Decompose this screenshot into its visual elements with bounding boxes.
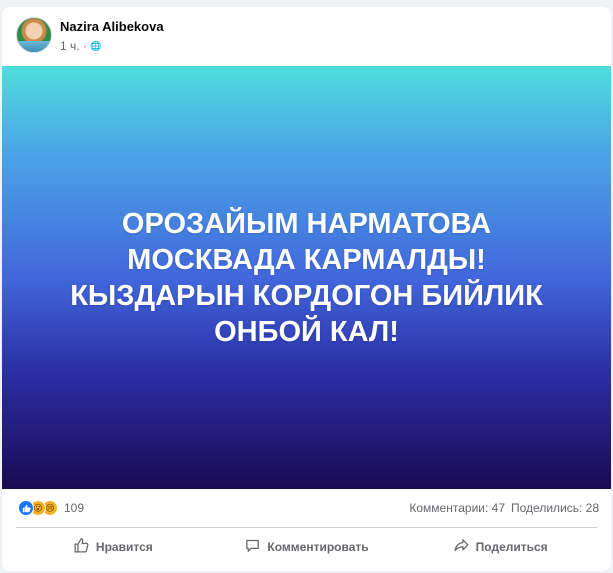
like-label: Нравится	[95, 540, 153, 554]
like-icon	[18, 500, 34, 516]
share-icon	[453, 537, 470, 557]
comment-button[interactable]: Комментировать	[210, 531, 404, 563]
globe-icon: 🌐	[89, 40, 102, 51]
post-stats: 😮 😢 109 Комментарии: 47 Поделились: 28	[2, 495, 611, 521]
post-time[interactable]: 1 ч. ·	[60, 39, 87, 53]
reaction-count[interactable]: 109	[64, 501, 84, 515]
shares-count[interactable]: Поделились: 28	[511, 501, 599, 515]
like-button[interactable]: Нравится	[16, 531, 210, 563]
divider	[16, 527, 597, 528]
thumbs-up-icon	[73, 537, 90, 557]
action-bar: Нравится Комментировать Поделиться	[16, 531, 597, 563]
comment-icon	[244, 537, 261, 557]
post-card: Nazira Alibekova 1 ч. · 🌐 ОРОЗАЙЫМ НАРМА…	[2, 7, 611, 571]
share-label: Поделиться	[475, 540, 548, 554]
engagement-counts: Комментарии: 47 Поделились: 28	[409, 501, 599, 515]
avatar[interactable]	[16, 17, 52, 53]
comments-count[interactable]: Комментарии: 47	[409, 501, 505, 515]
author-name[interactable]: Nazira Alibekova	[60, 19, 164, 34]
share-button[interactable]: Поделиться	[403, 531, 597, 563]
post-meta: 1 ч. · 🌐	[60, 39, 101, 53]
banner-text: ОРОЗАЙЫМ НАРМАТОВА МОСКВАДА КАРМАЛДЫ! КЫ…	[70, 207, 543, 348]
post-header: Nazira Alibekova 1 ч. · 🌐	[2, 7, 611, 65]
post-banner[interactable]: ОРОЗАЙЫМ НАРМАТОВА МОСКВАДА КАРМАЛДЫ! КЫ…	[2, 66, 611, 489]
reactions-summary[interactable]: 😮 😢 109	[18, 500, 84, 516]
comment-label: Комментировать	[267, 540, 369, 554]
